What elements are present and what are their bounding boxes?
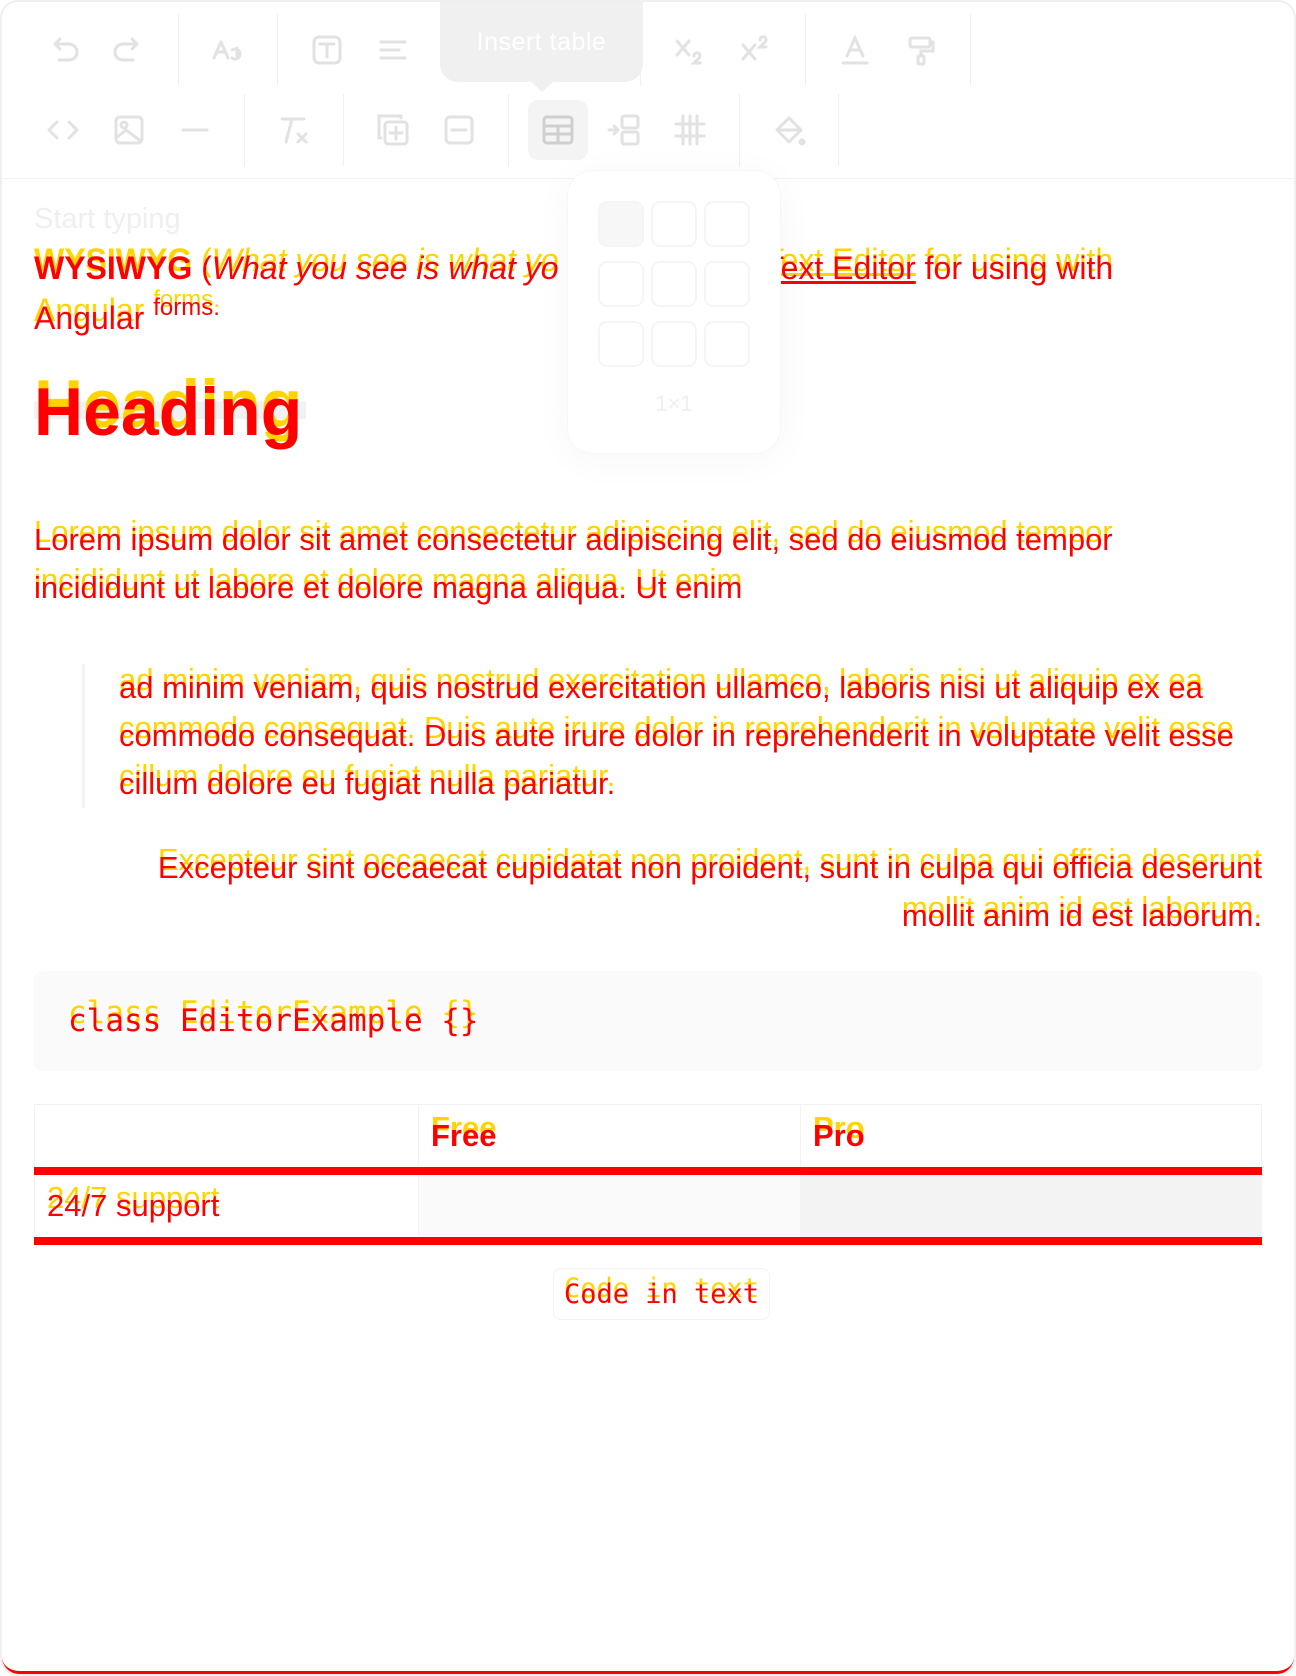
editor-bottom-border: [2, 1657, 1294, 1674]
toolbar-divider: [739, 94, 740, 166]
table-row: 24/7 support: [34, 1170, 1262, 1245]
image-icon[interactable]: [99, 100, 159, 160]
right-aligned-paragraph[interactable]: Excepteur sint occaecat cupidatat non pr…: [122, 844, 1262, 940]
table-header-cell[interactable]: [34, 1104, 419, 1175]
blockquote[interactable]: ad minim veniam, quis nostrud exercitati…: [82, 664, 1294, 808]
table-size-cell[interactable]: [598, 201, 644, 247]
remove-icon[interactable]: [429, 100, 489, 160]
table-cell[interactable]: [418, 1170, 801, 1245]
add-column-icon[interactable]: [594, 100, 654, 160]
italic-text: What you see is what yo: [211, 250, 559, 286]
table-grid-icon[interactable]: [660, 100, 720, 160]
table-size-cell[interactable]: [651, 201, 697, 247]
add-row-icon[interactable]: [363, 100, 423, 160]
toolbar-divider: [970, 14, 971, 86]
text-editor: Insert table 1×1 Start typing WYSIWYG (W…: [0, 0, 1296, 1676]
toolbar-divider: [178, 14, 179, 86]
editor-placeholder: Start typing: [34, 203, 181, 235]
undo-icon[interactable]: [33, 20, 93, 80]
editor-table[interactable]: Free Pro 24/7 support: [34, 1104, 1262, 1245]
table-size-grid: [598, 201, 750, 367]
table-size-cell[interactable]: [704, 201, 750, 247]
toolbar-row-2: [30, 92, 855, 168]
table-size-picker: 1×1: [567, 170, 781, 454]
table-header-cell[interactable]: Pro: [800, 1104, 1262, 1175]
paren-text: (: [192, 250, 212, 286]
horizontal-rule-icon[interactable]: [165, 100, 225, 160]
font-size-icon[interactable]: [198, 20, 258, 80]
inline-code[interactable]: Code in text: [553, 1268, 771, 1320]
fill-color-icon[interactable]: [759, 100, 819, 160]
text-style-icon[interactable]: [297, 20, 357, 80]
text-color-icon[interactable]: [825, 20, 885, 80]
toolbar-divider: [805, 14, 806, 86]
table-size-cell[interactable]: [704, 321, 750, 367]
intro-line2-text: Angular: [34, 300, 145, 336]
table-cell[interactable]: 24/7 support: [34, 1170, 419, 1245]
intro-rest-text: for using with: [915, 250, 1114, 286]
superscript-icon[interactable]: [726, 20, 786, 80]
align-icon[interactable]: [363, 20, 423, 80]
table-size-cell[interactable]: [598, 321, 644, 367]
code-block[interactable]: class EditorExample {}: [34, 971, 1262, 1071]
table-size-label: 1×1: [655, 391, 693, 416]
toolbar-divider: [343, 94, 344, 166]
table-cell[interactable]: [800, 1170, 1262, 1245]
table-header-cell[interactable]: Free: [418, 1104, 801, 1175]
toolbar-divider: [508, 94, 509, 166]
bold-text: WYSIWYG: [34, 250, 193, 286]
intro-forms-text: forms.: [153, 294, 220, 321]
editor-link[interactable]: Text Editor: [765, 250, 916, 286]
toolbar-divider: [838, 94, 839, 166]
clear-format-icon[interactable]: [264, 100, 324, 160]
table-size-cell[interactable]: [704, 261, 750, 307]
editor-toolbar: Insert table: [2, 2, 1294, 179]
toolbar-divider: [244, 94, 245, 166]
table-icon[interactable]: [528, 100, 588, 160]
code-icon[interactable]: [33, 100, 93, 160]
paint-format-icon[interactable]: [891, 20, 951, 80]
heading[interactable]: Heading: [34, 377, 307, 447]
redo-icon[interactable]: [99, 20, 159, 80]
table-size-cell[interactable]: [598, 261, 644, 307]
table-size-cell[interactable]: [651, 321, 697, 367]
toolbar-divider: [277, 14, 278, 86]
lorem-paragraph[interactable]: Lorem ipsum dolor sit amet consectetur a…: [34, 516, 1214, 612]
table-size-cell[interactable]: [651, 261, 697, 307]
subscript-icon[interactable]: [660, 20, 720, 80]
insert-table-tooltip: Insert table: [440, 2, 643, 92]
table-header-row: Free Pro: [34, 1104, 1262, 1175]
